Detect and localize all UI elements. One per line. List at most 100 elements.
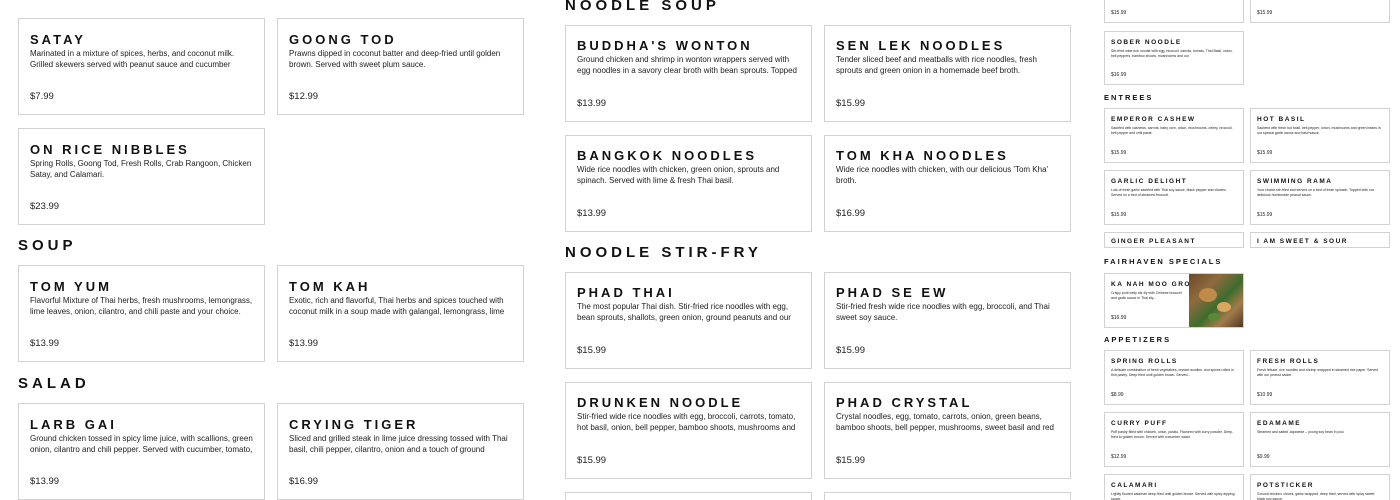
section-heading-noodle-stir-fry: Noodle Stir-Fry [565,244,762,261]
item-price: $7.99 [30,91,54,102]
item-title: Hot Basil [1257,116,1306,123]
menu-item-sober-noodle[interactable]: Sober Noodle Stir-fried wide rice noodle… [1104,31,1244,85]
item-title: Potsticker [1257,482,1314,489]
item-description: Exotic, rich and flavorful, Thai herbs a… [289,296,505,316]
menu-item-phad-thai[interactable]: Phad Thai The most popular Thai dish. St… [565,272,812,369]
item-description: Prawns dipped in coconut batter and deep… [289,49,501,69]
item-title: Emperor Cashew [1111,116,1196,123]
menu-item-tom-kha-noodles[interactable]: Tom Kha Noodles Wide rice noodles with c… [824,135,1071,232]
item-price: $13.99 [577,208,607,219]
item-price: $13.99 [30,476,60,487]
menu-item-partial[interactable] [824,492,1071,500]
item-price: $16.99 [1111,72,1127,78]
item-title: Swimming Rama [1257,178,1333,185]
item-description: Lightly floured calamari deep-fried unti… [1111,492,1235,500]
item-title: Phad Se Ew [836,285,949,300]
item-price: $15.99 [836,98,866,109]
menu-item-garlic-delight[interactable]: Garlic Delight Lots of fresh garlic saut… [1104,170,1244,225]
item-description: Spring Rolls, Goong Tod, Fresh Rolls, Cr… [30,159,252,179]
item-description: Crispy pork belly stir-fry with Chinese … [1111,291,1182,300]
item-description: Crystal noodles, egg, tomato, carrots, o… [836,412,1054,432]
item-title: Garlic Delight [1111,178,1188,185]
item-title: Tom Kah [289,279,371,294]
menu-item-i-am-sweet-and-sour[interactable]: I Am Sweet & Sour [1250,232,1390,248]
menu-item-on-rice-nibbles[interactable]: On Rice Nibbles Spring Rolls, Goong Tod,… [18,128,265,225]
menu-item-tom-kah[interactable]: Tom Kah Exotic, rich and flavorful, Thai… [277,265,524,362]
item-description: Tender sliced beef and meatballs with ri… [836,55,1037,75]
item-description: Steamed and salted Japanese – young soy … [1257,430,1345,434]
menu-item-crying-tiger[interactable]: Crying Tiger Sliced and grilled steak in… [277,403,524,500]
item-price: $10.99 [1257,392,1273,398]
item-description: The most popular Thai dish. Stir-fried r… [577,302,791,322]
menu-item-emperor-cashew[interactable]: Emperor Cashew Sautéed with cashews, car… [1104,108,1244,163]
menu-item-larb-gai[interactable]: Larb Gai Ground chicken tossed in spicy … [18,403,265,500]
item-title: Larb Gai [30,417,117,432]
item-title: Goong Tod [289,32,397,47]
menu-item-edamame[interactable]: Edamame Steamed and salted Japanese – yo… [1250,412,1390,467]
menu-item-phad-se-ew[interactable]: Phad Se Ew Stir-fried fresh wide rice no… [824,272,1071,369]
menu-item-partial[interactable]: $15.99 [1250,0,1390,23]
item-price: $8.99 [1111,392,1124,398]
item-price: $15.99 [1111,212,1127,218]
item-description: Ground chicken, chives, garlic wrapped, … [1257,492,1375,500]
item-price: $16.99 [289,476,319,487]
menu-item-sen-lek-noodles[interactable]: Sen Lek Noodles Tender sliced beef and m… [824,25,1071,122]
menu-item-swimming-rama[interactable]: Swimming Rama Your choice stir-fried and… [1250,170,1390,225]
item-description: Wide rice noodles with chicken, with our… [836,165,1049,185]
item-title: Drunken Noodle [577,395,744,410]
item-price: $13.99 [289,338,319,349]
item-price: $12.99 [289,91,319,102]
item-price: $15.99 [1111,150,1127,156]
item-price: $16.99 [1111,315,1127,321]
section-heading-fairhaven-specials: Fairhaven Specials [1104,257,1223,266]
menu-item-ka-nah-moo-grob[interactable]: Ka Nah Moo Grob Crispy pork belly stir-f… [1104,273,1244,328]
item-price: $15.99 [1257,150,1273,156]
item-title: Phad Thai [577,285,675,300]
item-price: $15.99 [577,345,607,356]
item-title: Curry Puff [1111,420,1168,427]
menu-item-satay[interactable]: Satay Marinated in a mixture of spices, … [18,18,265,115]
menu-item-fresh-rolls[interactable]: Fresh Rolls Fresh lettuce, rice noodles … [1250,350,1390,405]
item-title: On Rice Nibbles [30,142,190,157]
menu-item-phad-crystal[interactable]: Phad Crystal Crystal noodles, egg, tomat… [824,382,1071,479]
item-description: Sautéed with cashews, carrots, baby corn… [1111,126,1233,135]
menu-item-drunken-noodle[interactable]: Drunken Noodle Stir-fried wide rice nood… [565,382,812,479]
item-price: $12.99 [1111,454,1127,460]
menu-item-partial[interactable] [565,492,812,500]
item-title: Ka Nah Moo Grob [1111,281,1198,288]
item-title: Calamari [1111,482,1158,489]
item-title: Tom Kha Noodles [836,148,1009,163]
item-price: $15.99 [836,345,866,356]
item-title: Ginger Pleasant [1111,238,1196,245]
item-description: Marinated in a mixture of spices, herbs,… [30,49,235,69]
menu-item-hot-basil[interactable]: Hot Basil Sautéed with fresh hot basil, … [1250,108,1390,163]
item-title: Buddha's Wonton [577,38,753,53]
item-price: $9.99 [1257,454,1270,460]
item-price: $13.99 [30,338,60,349]
menu-item-buddhas-wonton[interactable]: Buddha's Wonton Ground chicken and shrim… [565,25,812,122]
item-description: Lots of fresh garlic sautéed with Thai s… [1111,188,1227,197]
item-title: Edamame [1257,420,1302,427]
menu-item-tom-yum[interactable]: Tom Yum Flavorful Mixture of Thai herbs,… [18,265,265,362]
menu-item-calamari[interactable]: Calamari Lightly floured calamari deep-f… [1104,474,1244,500]
item-title: Sober Noodle [1111,39,1182,46]
item-price: $23.99 [30,201,60,212]
section-heading-appetizers: Appetizers [1104,335,1172,344]
item-title: Tom Yum [30,279,112,294]
menu-item-goong-tod[interactable]: Goong Tod Prawns dipped in coconut batte… [277,18,524,115]
menu-item-bangkok-noodles[interactable]: Bangkok Noodles Wide rice noodles with c… [565,135,812,232]
dish-photo [1189,274,1243,327]
section-heading-noodle-soup: Noodle Soup [565,0,720,14]
item-title: Sen Lek Noodles [836,38,1006,53]
item-description: Wide rice noodles with chicken, green on… [577,165,780,185]
menu-item-curry-puff[interactable]: Curry Puff Puff pastry filled with chick… [1104,412,1244,467]
item-description: Sliced and grilled steak in lime juice d… [289,434,508,454]
menu-item-spring-rolls[interactable]: Spring Rolls A delicate combination of f… [1104,350,1244,405]
menu-item-potsticker[interactable]: Potsticker Ground chicken, chives, garli… [1250,474,1390,500]
item-price: $16.99 [836,208,866,219]
item-price: $15.99 [1257,212,1273,218]
item-description: Flavorful Mixture of Thai herbs, fresh m… [30,296,253,316]
item-description: Ground chicken tossed in spicy lime juic… [30,434,253,454]
menu-item-partial[interactable]: $15.99 [1104,0,1244,23]
menu-item-ginger-pleasant[interactable]: Ginger Pleasant [1104,232,1244,248]
